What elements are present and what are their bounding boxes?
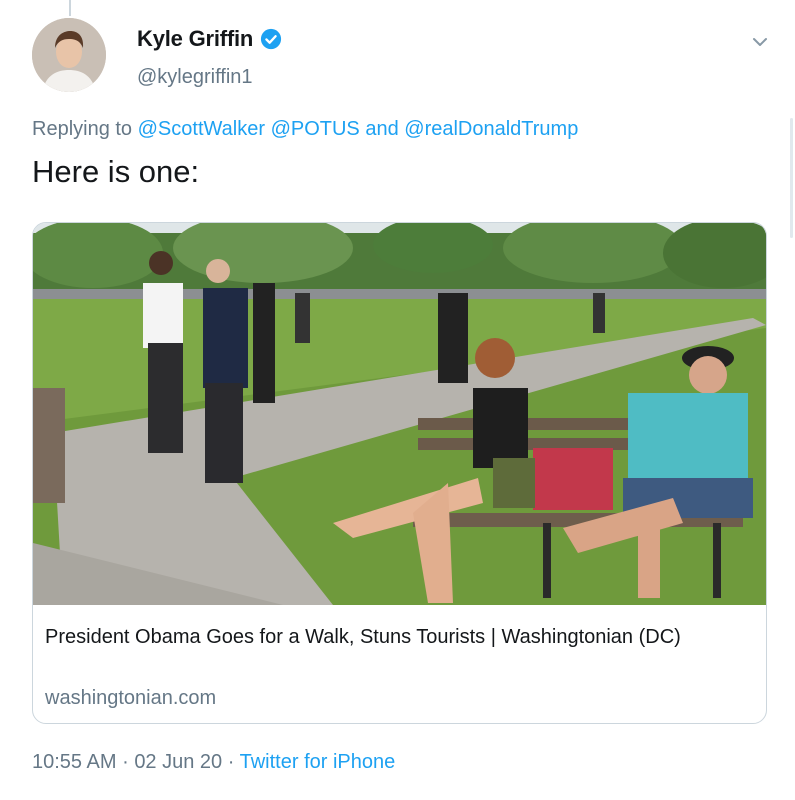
verified-badge-icon: [261, 28, 282, 50]
meta-separator: ·: [227, 751, 235, 773]
photo-trash-can: [33, 388, 65, 503]
mention-link[interactable]: @realDonaldTrump: [404, 118, 578, 140]
replying-and[interactable]: and: [365, 118, 398, 140]
tweet-date[interactable]: 02 Jun 20: [134, 751, 222, 773]
link-card-domain: washingtonian.com: [45, 687, 217, 709]
link-card-title[interactable]: President Obama Goes for a Walk, Stuns T…: [45, 623, 745, 651]
avatar-image: [32, 18, 106, 92]
tweet-time[interactable]: 10:55 AM: [32, 751, 117, 773]
tweet-source-link[interactable]: Twitter for iPhone: [240, 751, 396, 773]
replying-to-line: Replying to @ScottWalker @POTUS and @rea…: [32, 118, 578, 141]
avatar[interactable]: [32, 18, 106, 92]
author-name[interactable]: Kyle Griffin: [137, 26, 253, 52]
tweet-meta: 10:55 AM · 02 Jun 20 · Twitter for iPhon…: [32, 751, 395, 774]
link-card-image[interactable]: [33, 223, 766, 605]
mention-link[interactable]: @POTUS: [271, 118, 360, 140]
mention-link[interactable]: @ScottWalker: [138, 118, 265, 140]
scrollbar[interactable]: [790, 118, 793, 238]
thread-connector-line: [69, 0, 71, 16]
chevron-down-icon[interactable]: [750, 32, 770, 52]
tweet-text: Here is one:: [32, 154, 200, 189]
author-handle[interactable]: @kylegriffin1: [137, 66, 253, 89]
replying-prefix: Replying to: [32, 118, 133, 140]
link-card[interactable]: President Obama Goes for a Walk, Stuns T…: [32, 222, 767, 724]
meta-separator: ·: [122, 751, 129, 773]
